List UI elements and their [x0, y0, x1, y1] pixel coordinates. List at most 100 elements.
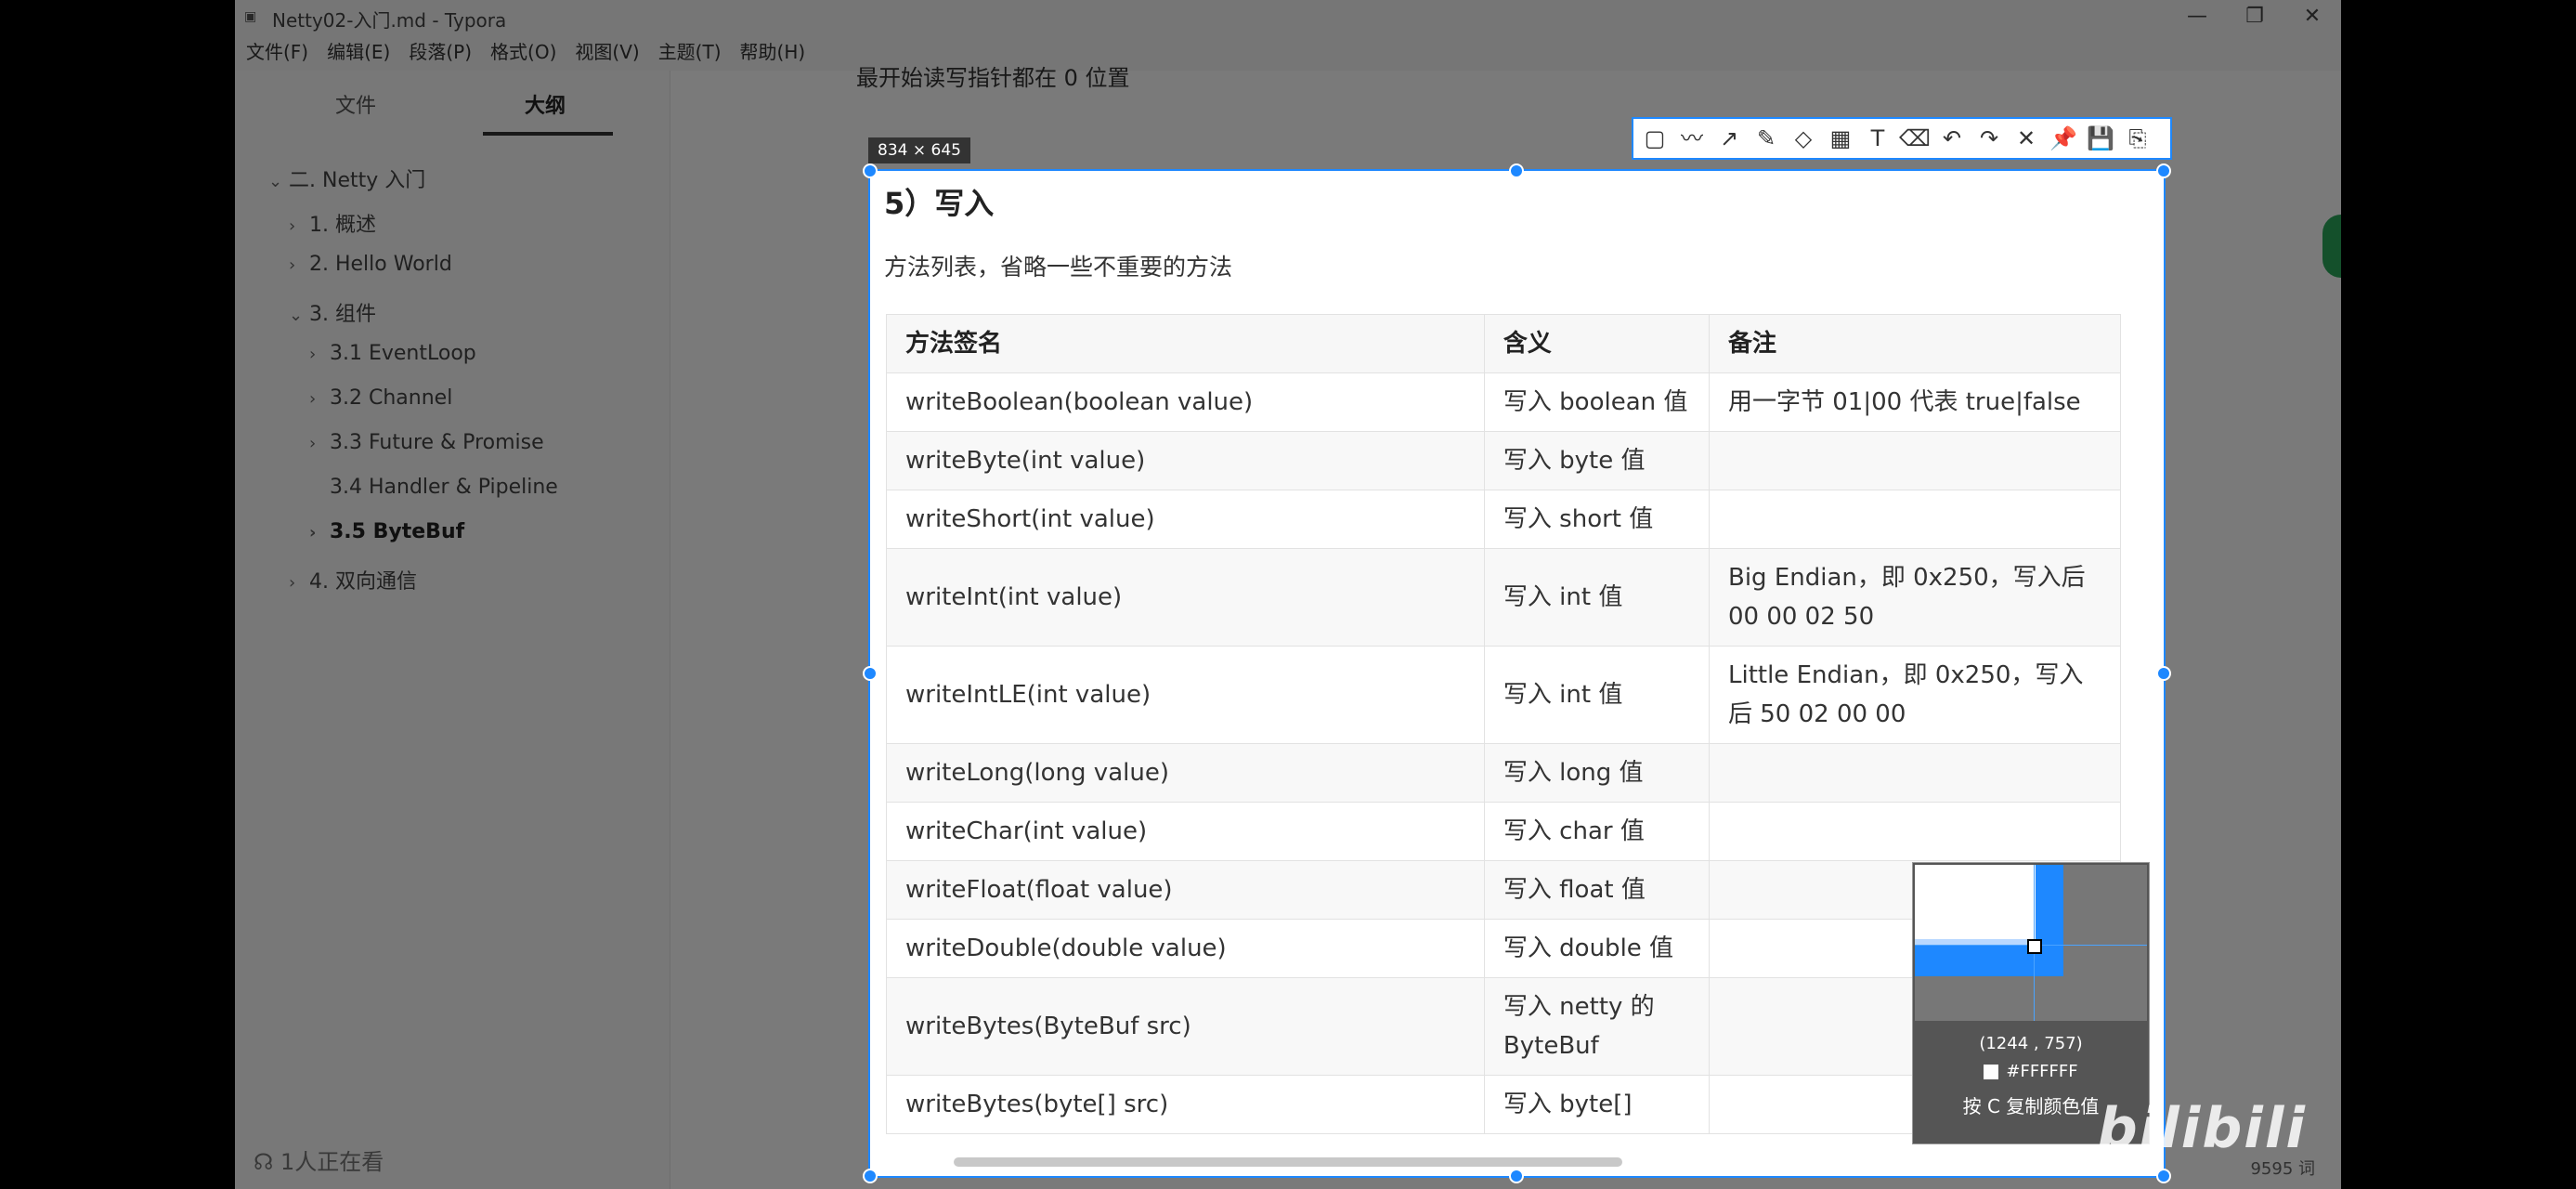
title-bar: ▣ Netty02-入门.md - Typora — ❐ ✕ [235, 0, 2341, 33]
outline-item-components[interactable]: ⌄ 3. 组件 [289, 297, 376, 327]
cell-signature: writeByte(int value) [886, 431, 1485, 490]
table-row: writeChar(int value) 写入 char 值 [886, 802, 2122, 861]
cell-signature: writeShort(int value) [886, 490, 1485, 549]
outline-item-netty-intro[interactable]: ⌄ 二. Netty 入门 [268, 163, 425, 193]
cell-signature: writeBytes(byte[] src) [886, 1075, 1485, 1134]
menu-file[interactable]: 文件(F) [235, 33, 318, 71]
section-heading: 5）写入 [884, 186, 995, 221]
outline-item-label: 3.1 EventLoop [330, 342, 476, 365]
menu-view[interactable]: 视图(V) [566, 33, 648, 71]
mosaic-tool-icon[interactable]: ▦ [1825, 122, 1856, 155]
cursor-coordinates: (1244 , 757) [1979, 1034, 2083, 1053]
paragraph-text: 最开始读写指针都在 0 位置 [856, 65, 1130, 91]
table-row: writeShort(int value) 写入 short 值 [886, 490, 2122, 549]
cell-notes [1708, 490, 2122, 549]
menu-theme[interactable]: 主题(T) [649, 33, 731, 71]
outline-item-hello-world[interactable]: › 2. Hello World [289, 253, 452, 276]
pin-icon[interactable]: 📌 [2048, 122, 2079, 155]
cell-notes [1708, 743, 2122, 803]
freehand-tool-icon[interactable]: 〰 [1676, 122, 1708, 155]
tab-files[interactable]: 文件 [335, 89, 376, 119]
cell-signature: writeChar(int value) [886, 802, 1485, 861]
resize-handle-top-right[interactable] [2156, 163, 2171, 178]
app-icon: ▣ [244, 9, 257, 24]
color-swatch [1984, 1065, 1999, 1079]
chevron-right-icon: › [309, 434, 317, 453]
outline-item-bytebuf[interactable]: › 3.5 ByteBuf [309, 520, 464, 543]
cell-notes: 用一字节 01|00 代表 true|false [1708, 372, 2122, 432]
outline-item-label: 3.2 Channel [330, 386, 453, 410]
close-button[interactable]: ✕ [2283, 0, 2341, 33]
chevron-right-icon: › [309, 345, 317, 364]
floating-badge[interactable] [2322, 215, 2341, 278]
eraser-tool-icon[interactable]: ⌫ [1899, 122, 1931, 155]
table-row: writeIntLE(int value) 写入 int 值 Little Endi… [886, 646, 2122, 744]
menu-paragraph[interactable]: 段落(P) [399, 33, 481, 71]
cell-meaning: 写入 int 值 [1483, 646, 1710, 744]
undo-icon[interactable]: ↶ [1936, 122, 1968, 155]
minimize-button[interactable]: — [2168, 0, 2226, 33]
cell-notes [1708, 431, 2122, 490]
cell-signature: writeBytes(ByteBuf src) [886, 977, 1485, 1076]
cancel-icon[interactable]: ✕ [2010, 122, 2042, 155]
outline-item-label: 3.5 ByteBuf [330, 520, 465, 543]
horizontal-scrollbar[interactable] [954, 1157, 1622, 1167]
cell-meaning: 写入 long 值 [1483, 743, 1710, 803]
cell-notes: Little Endian，即 0x250，写入后 50 02 00 00 [1708, 646, 2122, 744]
color-readout: #FFFFFF [1913, 1062, 2149, 1081]
outline-item-overview[interactable]: › 1. 概述 [289, 208, 376, 238]
menu-help[interactable]: 帮助(H) [731, 33, 815, 71]
sidebar: 文件 大纲 ⌄ 二. Netty 入门 › 1. 概述 › 2. Hello Worl… [235, 71, 670, 1189]
chevron-right-icon: › [289, 255, 296, 275]
outline-item-future-promise[interactable]: › 3.3 Future & Promise [309, 431, 544, 454]
resize-handle-bottom-right[interactable] [2156, 1169, 2171, 1183]
bilibili-watermark: bilibili [2097, 1096, 2307, 1161]
rectangle-tool-icon[interactable]: ▢ [1639, 122, 1671, 155]
save-icon[interactable]: 💾 [2085, 122, 2116, 155]
screenshot-toolbar: ▢ 〰 ↗ ✎ ◇ ▦ T ⌫ ↶ ↷ ✕ 📌 💾 ⎘ [1632, 117, 2172, 160]
cell-meaning: 写入 float 值 [1483, 860, 1710, 920]
cell-meaning: 写入 char 值 [1483, 802, 1710, 861]
table-row: writeLong(long value) 写入 long 值 [886, 743, 2122, 803]
resize-handle-bottom-left[interactable] [863, 1169, 878, 1183]
outline-item-handler-pipeline[interactable]: 3.4 Handler & Pipeline [309, 476, 558, 499]
cell-signature: writeFloat(float value) [886, 860, 1485, 920]
copy-icon[interactable]: ⎘ [2122, 122, 2153, 155]
resize-handle-right[interactable] [2156, 666, 2171, 681]
active-tab-indicator [483, 132, 613, 136]
sidebar-tabs: 文件 大纲 [235, 71, 670, 136]
arrow-tool-icon[interactable]: ↗ [1713, 122, 1745, 155]
outline-item-eventloop[interactable]: › 3.1 EventLoop [309, 342, 476, 365]
menu-bar: 文件(F) 编辑(E) 段落(P) 格式(O) 视图(V) 主题(T) 帮助(H) [235, 33, 2341, 71]
resize-handle-left[interactable] [863, 666, 878, 681]
outline-item-bidirectional[interactable]: › 4. 双向通信 [289, 565, 417, 594]
cell-signature: writeInt(int value) [886, 548, 1485, 647]
menu-format[interactable]: 格式(O) [481, 33, 566, 71]
resize-handle-top[interactable] [1509, 163, 1524, 178]
tab-outline[interactable]: 大纲 [525, 89, 566, 119]
cell-meaning: 写入 boolean 值 [1483, 372, 1710, 432]
chevron-right-icon: › [309, 389, 317, 409]
cell-notes [1708, 802, 2122, 861]
window-title: Netty02-入门.md - Typora [272, 9, 507, 32]
outline-item-channel[interactable]: › 3.2 Channel [309, 386, 452, 410]
cell-signature: writeLong(long value) [886, 743, 1485, 803]
pen-tool-icon[interactable]: ✎ [1750, 122, 1782, 155]
resize-handle-bottom[interactable] [1509, 1169, 1524, 1183]
resize-handle-top-left[interactable] [863, 163, 878, 178]
header-signature: 方法签名 [886, 314, 1485, 373]
table-row: writeByte(int value) 写入 byte 值 [886, 431, 2122, 490]
text-tool-icon[interactable]: T [1862, 122, 1893, 155]
chevron-right-icon: › [289, 573, 296, 593]
cell-signature: writeIntLE(int value) [886, 646, 1485, 744]
chevron-down-icon: ⌄ [289, 306, 304, 325]
maximize-button[interactable]: ❐ [2226, 0, 2283, 33]
redo-icon[interactable]: ↷ [1973, 122, 2005, 155]
chevron-right-icon: › [289, 216, 296, 236]
table-header-row: 方法签名 含义 备注 [886, 314, 2122, 373]
watchers-count: ☊ 1人正在看 [254, 1143, 384, 1176]
menu-edit[interactable]: 编辑(E) [318, 33, 399, 71]
outline-item-label: 2. Hello World [309, 253, 452, 276]
marker-tool-icon[interactable]: ◇ [1788, 122, 1819, 155]
chevron-down-icon: ⌄ [268, 172, 283, 191]
